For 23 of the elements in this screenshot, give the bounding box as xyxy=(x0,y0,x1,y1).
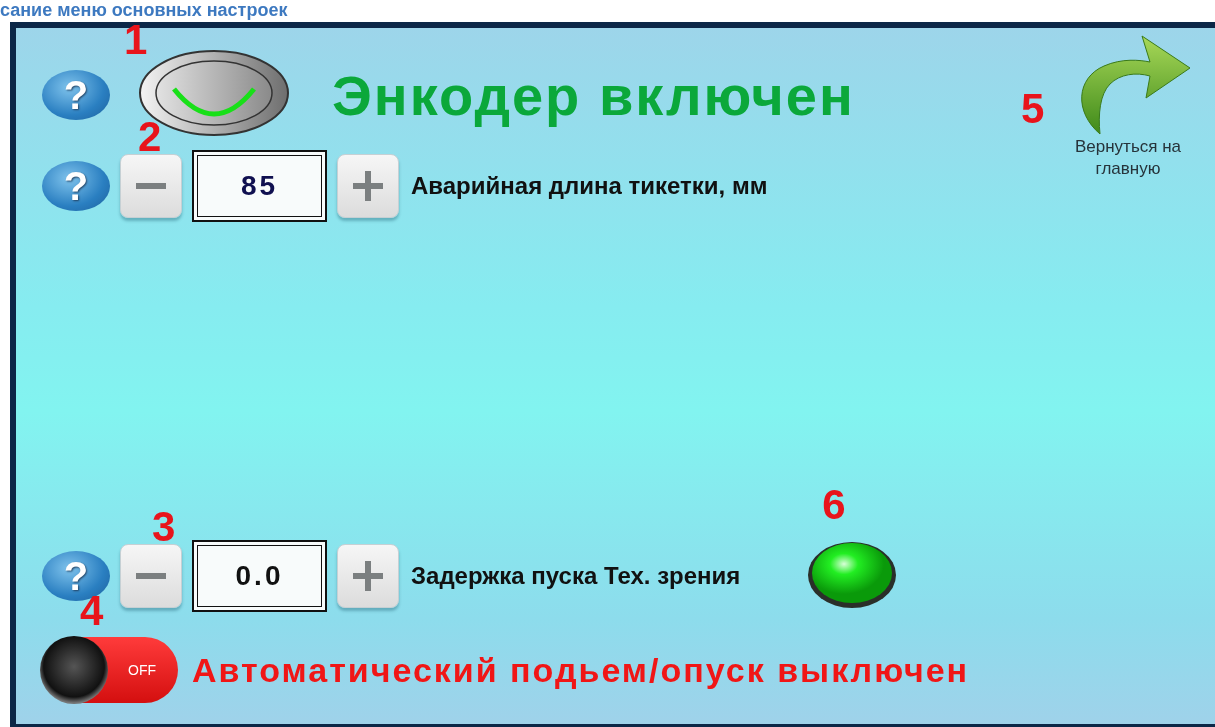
increase-button[interactable] xyxy=(337,544,399,608)
plus-icon xyxy=(353,171,383,201)
plus-icon xyxy=(353,561,383,591)
value-field[interactable]: 0.0 xyxy=(192,540,327,612)
value-field[interactable]: 85 xyxy=(192,150,327,222)
setting-label: Аварийная длина тикетки, мм xyxy=(411,172,768,200)
help-icon[interactable]: ? xyxy=(42,161,110,211)
number-label: 2 xyxy=(138,116,162,158)
encoder-status: Энкодер включен xyxy=(332,62,855,128)
increase-button[interactable] xyxy=(337,154,399,218)
toggle-switch[interactable]: OFF xyxy=(42,637,178,703)
number-label: 6 xyxy=(822,484,846,526)
number-label: 5 xyxy=(1021,88,1045,130)
setting-label: Задержка пуска Тех. зрения xyxy=(411,562,741,590)
number-label: 3 xyxy=(152,506,176,548)
minus-icon xyxy=(136,573,166,579)
help-icon[interactable]: ? xyxy=(42,70,110,120)
number-label: 1 xyxy=(124,19,148,61)
minus-icon xyxy=(136,183,166,189)
decrease-button[interactable] xyxy=(120,544,182,608)
decrease-button[interactable] xyxy=(120,154,182,218)
auto-lift-status: Автоматический подьем/опуск выключен xyxy=(192,650,970,690)
page-heading: сание меню основных настроек xyxy=(0,0,289,22)
